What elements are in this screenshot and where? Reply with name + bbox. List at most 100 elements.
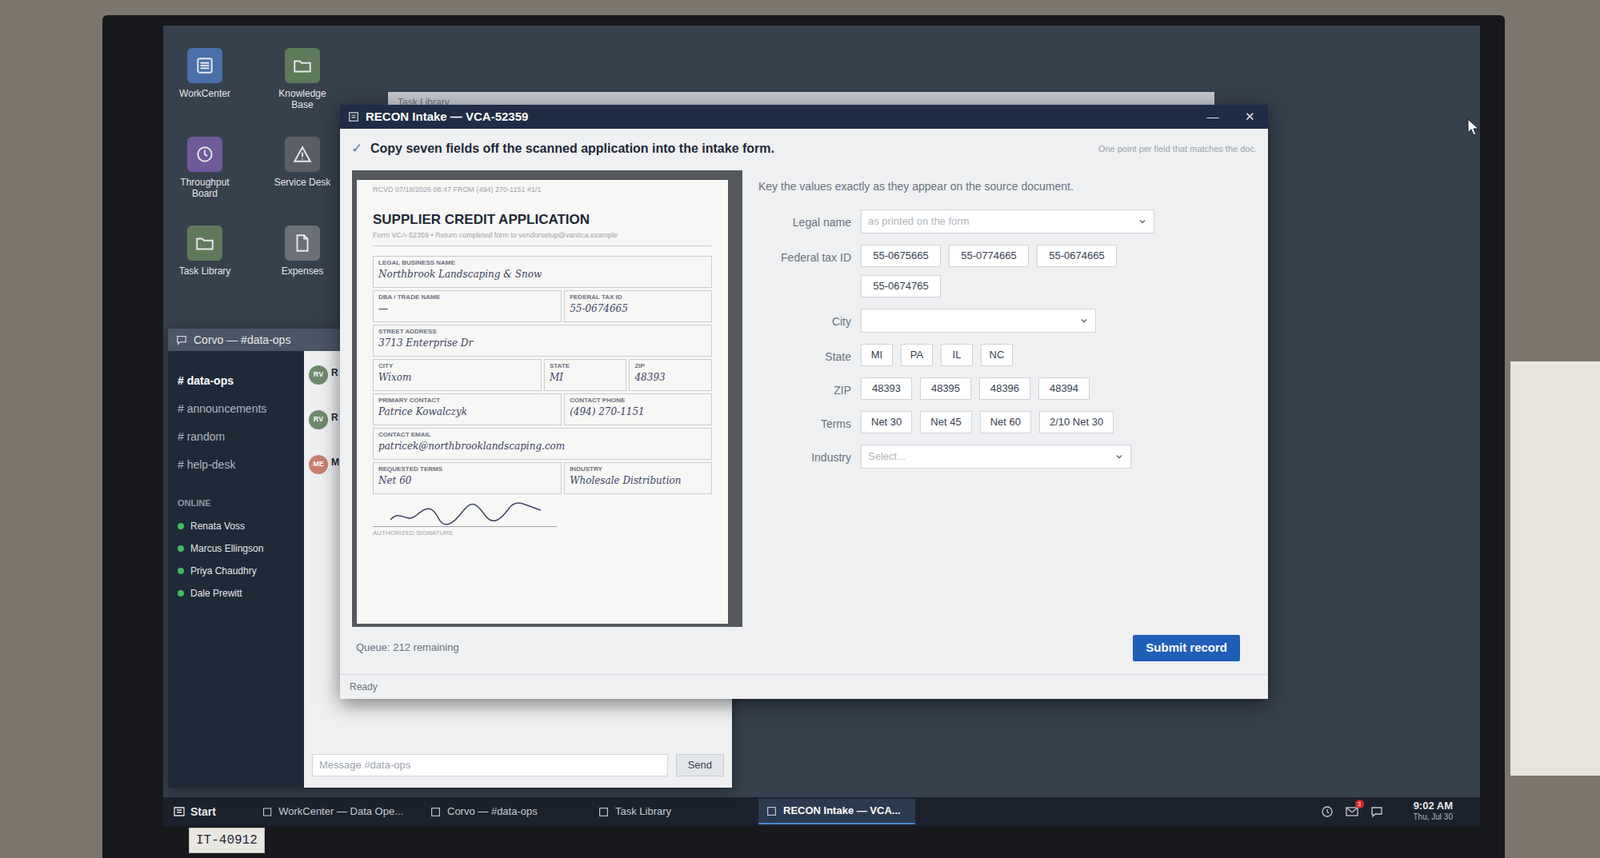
choice-chip[interactable]: MI: [860, 344, 893, 367]
taskbar-item[interactable]: Corvo — #data-ops: [422, 799, 580, 825]
choice-chip[interactable]: NC: [980, 344, 1013, 367]
intake-form: Key the values exactly as they appear on…: [758, 170, 1268, 628]
choice-chip[interactable]: 2/10 Net 30: [1039, 411, 1114, 434]
online-dot: [177, 523, 184, 530]
choice-chip[interactable]: 55-0674665: [1036, 244, 1117, 268]
folder-icon: [292, 55, 313, 76]
online-user[interactable]: Marcus Ellingson: [177, 537, 295, 560]
channel-item[interactable]: # help-desk: [177, 451, 295, 480]
window-control[interactable]: ✕: [1231, 108, 1268, 127]
channel-item[interactable]: # random: [177, 423, 295, 452]
choice-chip[interactable]: IL: [940, 344, 973, 367]
clock[interactable]: 9:02 AMThu, Jul 30: [1413, 800, 1453, 824]
document-field: LEGAL BUSINESS NAMENorthbrook Landscapin…: [372, 256, 712, 288]
dropdown[interactable]: [860, 308, 1096, 333]
asset-sticker: IT-40912: [188, 828, 265, 854]
choice-chip[interactable]: Net 45: [920, 411, 972, 434]
channel-item[interactable]: # data-ops: [177, 367, 295, 396]
taskbar-item[interactable]: WorkCenter — Data Ope...: [254, 799, 412, 825]
choice-chip[interactable]: 55-0774665: [948, 244, 1029, 268]
start-button[interactable]: Start: [172, 804, 244, 821]
online-dot: [177, 568, 184, 575]
app-icon: [598, 807, 609, 818]
channel-item[interactable]: # announcements: [177, 395, 295, 424]
chat-icon: [176, 334, 188, 346]
document-row: DBA / TRADE NAME—FEDERAL TAX ID55-067466…: [372, 290, 712, 323]
choice-group: Net 30 Net 45 Net 60 2/10 Net 30: [860, 411, 1114, 434]
document-row: CITYWixomSTATEMIZIP48393: [372, 359, 712, 392]
choice-chip[interactable]: 48396: [979, 377, 1031, 400]
choice-chip[interactable]: 55-0674765: [860, 275, 941, 298]
form-row: TermsNet 30Net 45Net 602/10 Net 30: [758, 411, 1268, 434]
desktop-icon[interactable]: Knowledge Base: [268, 48, 336, 124]
document-row: LEGAL BUSINESS NAMENorthbrook Landscapin…: [372, 256, 712, 288]
app-icon: [262, 807, 272, 818]
choice-chip[interactable]: 48395: [920, 377, 972, 400]
instruction-row: ✓Copy seven fields off the scanned appli…: [340, 128, 1268, 166]
choice-group: 55-0675665 55-0774665 55-0674665 55-0674765: [860, 244, 1133, 298]
choice-chip[interactable]: 48393: [860, 377, 912, 400]
document-icon: [292, 232, 313, 254]
tray: 3 9:02 AMThu, Jul 30: [1320, 800, 1453, 824]
desktop-icon[interactable]: Task Library: [171, 225, 239, 302]
list-icon: [194, 55, 216, 76]
choice-chip[interactable]: 48394: [1038, 377, 1090, 400]
folder-icon: [194, 232, 216, 254]
online-user[interactable]: Renata Voss: [177, 515, 295, 538]
dropdown[interactable]: Select...: [860, 444, 1132, 469]
avatar: ME: [308, 455, 328, 475]
chat-icon[interactable]: [1370, 805, 1384, 819]
warning-icon: [292, 144, 313, 165]
choice-chip[interactable]: PA: [900, 344, 933, 367]
form-row: Legal nameas printed on the form: [758, 209, 1268, 234]
submit-button[interactable]: Submit record: [1132, 635, 1240, 662]
app-icon: [766, 806, 777, 817]
document-field: ZIP48393: [628, 359, 712, 392]
cursor-icon: [1467, 118, 1480, 136]
form-row: Federal tax ID55-067566555-077466555-067…: [758, 244, 1268, 298]
photo-scene: WorkCenter Knowledge Base Throughput Board…: [0, 0, 1600, 858]
online-dot: [177, 590, 184, 597]
taskbar-item[interactable]: RECON Intake — VCA...: [758, 799, 916, 825]
chevron-down-icon: [1137, 216, 1148, 227]
document-field: DBA / TRADE NAME—: [372, 290, 562, 323]
wall-paper: [1510, 361, 1600, 776]
online-dot: [177, 545, 184, 552]
chevron-down-icon: [1079, 316, 1089, 326]
desktop-icon[interactable]: Throughput Board: [171, 136, 239, 213]
taskbar: Start WorkCenter — Data Ope... Corvo — #da…: [163, 797, 1480, 827]
document-field: CONTACT EMAILpatricek@northbrooklandscap…: [372, 428, 712, 460]
avatar: RV: [308, 410, 328, 430]
taskbar-item[interactable]: Task Library: [590, 799, 748, 825]
recon-window[interactable]: RECON Intake — VCA-52359—✕✓Copy seven fi…: [340, 104, 1268, 700]
signature-icon: [388, 500, 549, 527]
monitor: WorkCenter Knowledge Base Throughput Board…: [102, 15, 1505, 858]
menu-icon: [172, 805, 186, 819]
document-field: CONTACT PHONE(494) 270-1151: [564, 393, 712, 426]
desktop-icon[interactable]: WorkCenter: [171, 48, 239, 124]
document-field: CITYWixom: [372, 359, 542, 392]
check-icon: ✓: [351, 138, 363, 160]
desktop-icon[interactable]: Service Desk: [268, 136, 336, 213]
mail-tray[interactable]: 3: [1344, 805, 1360, 819]
online-heading: ONLINE: [177, 496, 295, 511]
clock-icon[interactable]: [1320, 805, 1334, 819]
online-user[interactable]: Priya Chaudhry: [177, 560, 295, 583]
choice-chip[interactable]: Net 60: [980, 411, 1032, 434]
form-row: IndustrySelect...: [758, 444, 1268, 469]
choice-chip[interactable]: Net 30: [860, 411, 912, 434]
choice-chip[interactable]: 55-0675665: [860, 244, 941, 268]
composer: Message #data-ops Send: [304, 754, 732, 788]
footer-row: Queue: 212 remainingSubmit record: [340, 635, 1268, 662]
document-row: CONTACT EMAILpatricek@northbrooklandscap…: [372, 428, 712, 460]
form-row: ZIP48393483954839648394: [758, 377, 1268, 400]
app-icon: [430, 807, 441, 818]
dropdown[interactable]: as printed on the form: [860, 209, 1155, 234]
online-user[interactable]: Dale Prewitt: [177, 582, 295, 605]
desktop-icon[interactable]: Expenses: [268, 225, 336, 302]
send-button[interactable]: Send: [676, 754, 724, 777]
message-input[interactable]: Message #data-ops: [312, 754, 668, 777]
window-control[interactable]: —: [1194, 108, 1232, 127]
document-row: REQUESTED TERMSNet 60INDUSTRYWholesale D…: [372, 462, 712, 495]
scanned-document: RCVD 07/18/2026 08:47 FROM (494) 270-115…: [356, 180, 728, 624]
